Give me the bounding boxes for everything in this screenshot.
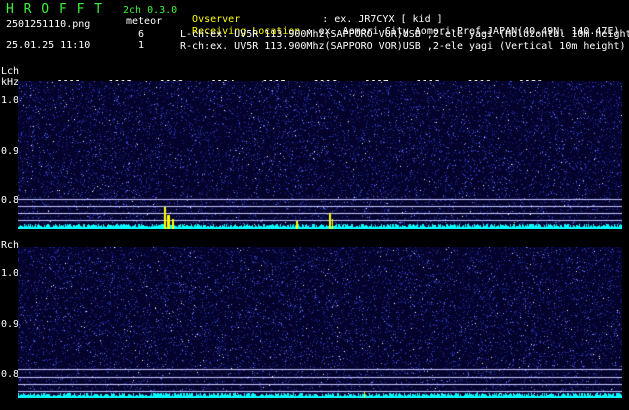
rch-ytick: 1.0 [1,268,20,279]
lch-receiver-line: L-ch:ex. UV5R 113.900Mhz(SAPPORO VOR)USB… [180,29,629,40]
app-title: H R O F F T [6,2,104,17]
meteor-label: meteor [126,16,163,27]
lch-ytick: 0.8 [1,195,20,206]
rch-receiver-line: R-ch:ex. UV5R 113.900Mhz(SAPPORO VOR)USB… [180,41,626,52]
rch-ytick: 0.8 [1,369,20,380]
rch-label: Rch [1,240,20,251]
lch-label: Lch [1,66,20,77]
rch-spectrogram [18,247,622,398]
rch-meteor-count: 1 [138,40,145,51]
rch-ytick: 0.9 [1,319,20,330]
lch-spectrogram [18,81,622,229]
filename-label: 2501251110.png [6,19,91,30]
lch-spectrogram-canvas [18,81,622,229]
mode-label: 2ch 0.3.0 [123,5,178,16]
datetime-label: 25.01.25 11:10 [6,40,91,51]
lch-ytick: 1.0 [1,95,20,106]
unit-label: kHz [1,77,20,88]
rch-spectrogram-canvas [18,247,622,398]
lch-meteor-count: 6 [138,29,145,40]
lch-ytick: 0.9 [1,146,20,157]
